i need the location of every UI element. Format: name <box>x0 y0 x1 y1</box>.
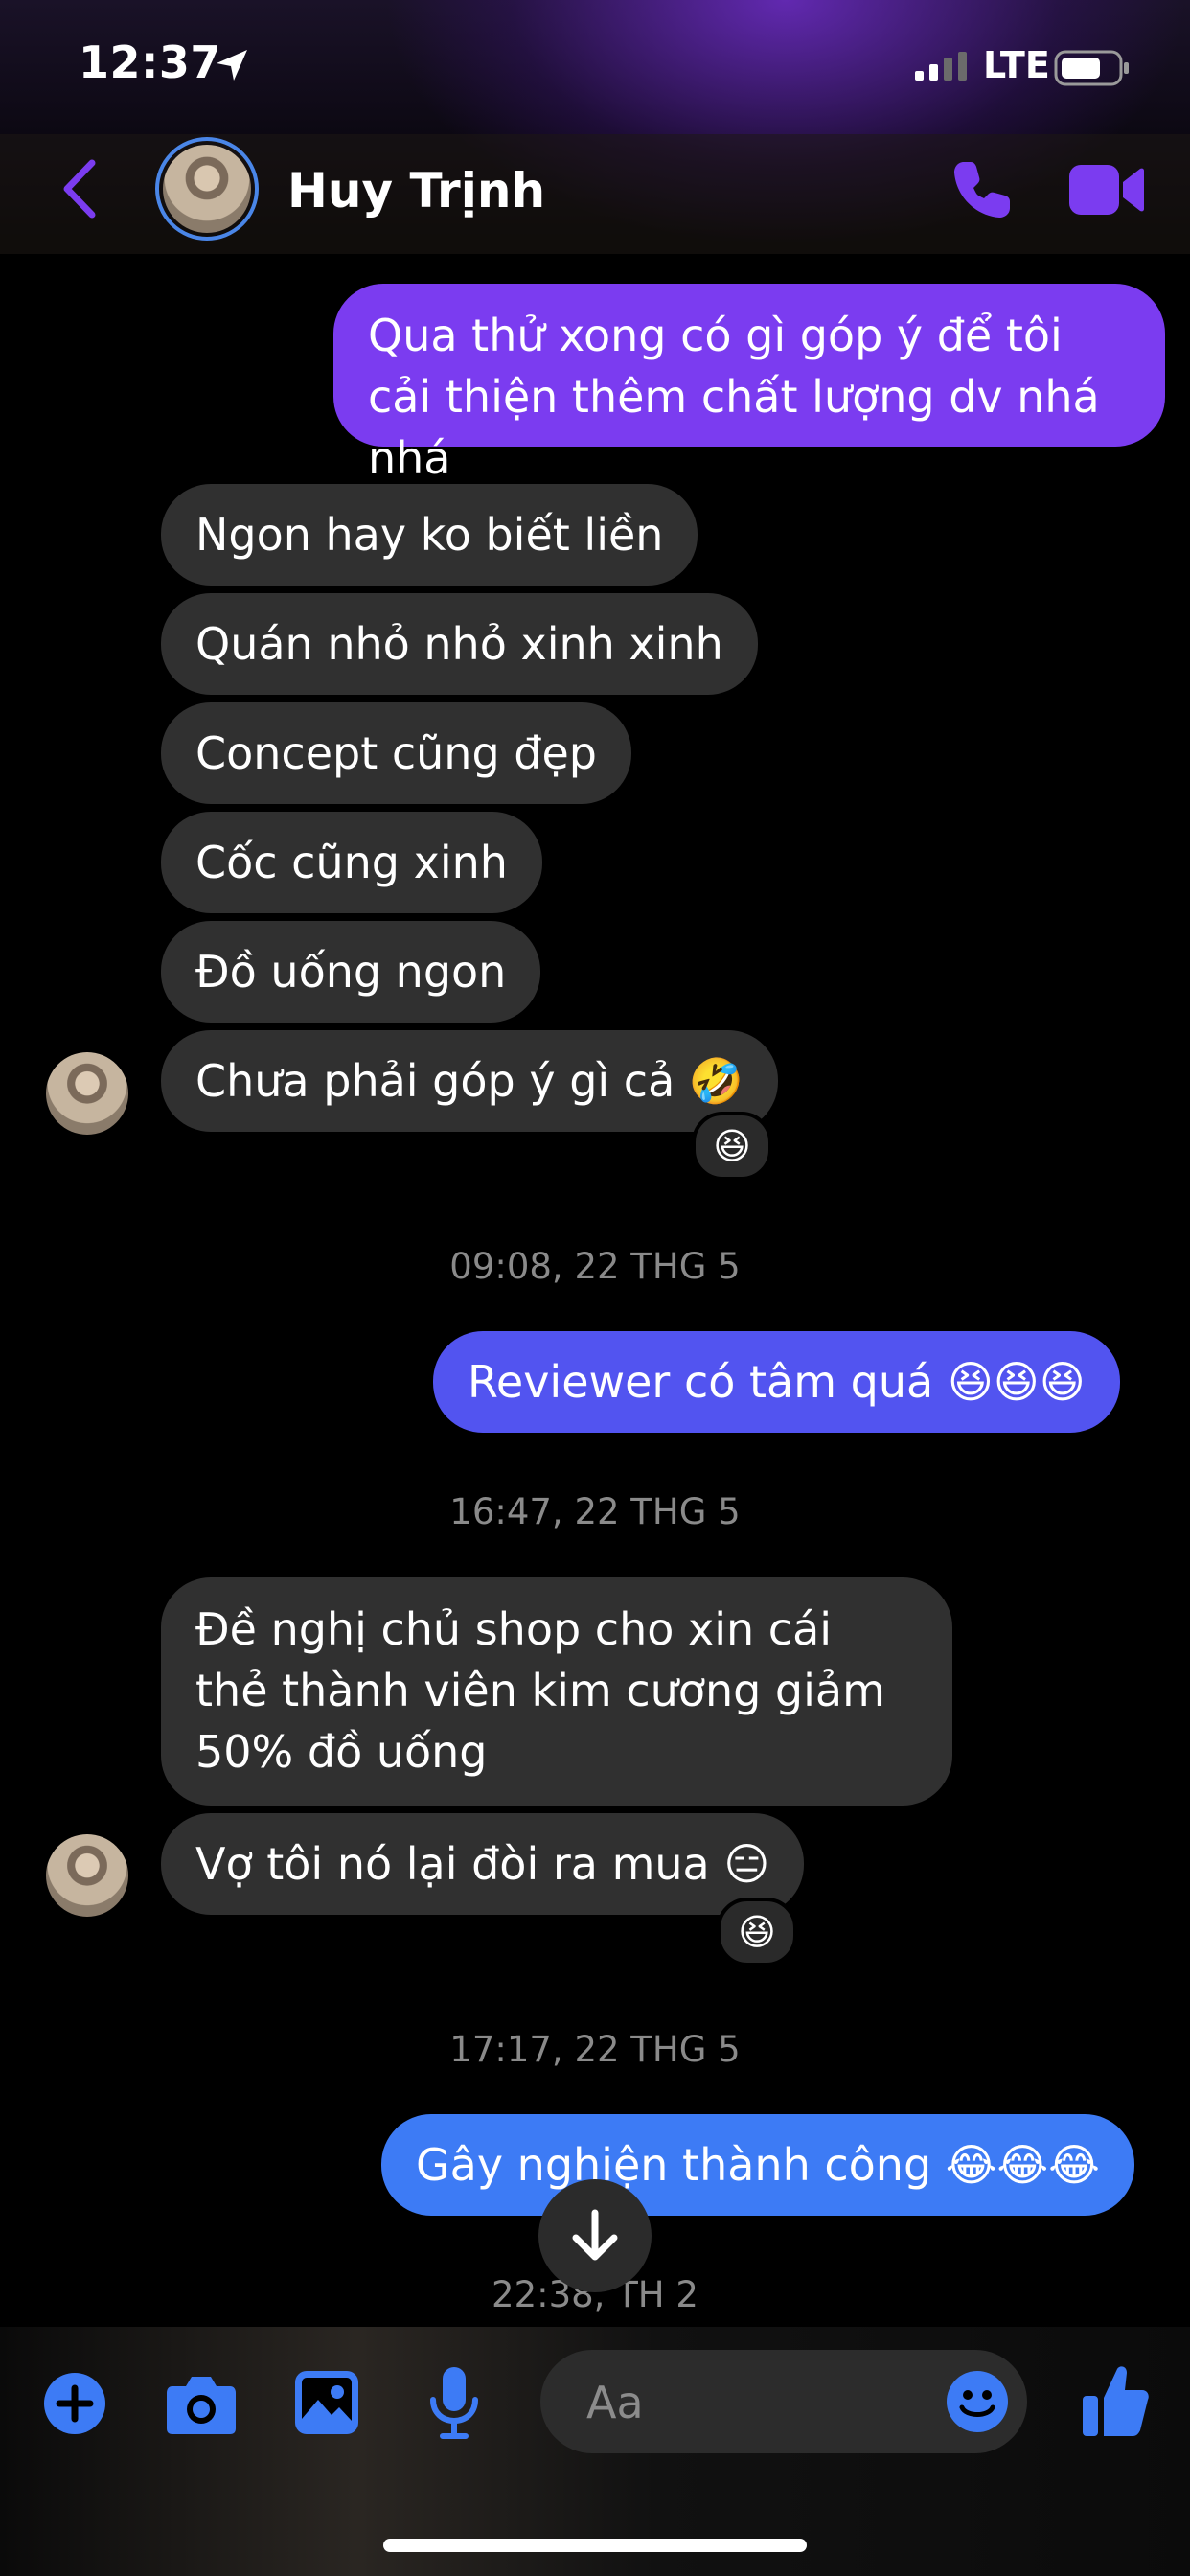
network-type: LTE <box>983 44 1050 86</box>
back-chevron-icon[interactable] <box>59 159 98 218</box>
video-camera-icon[interactable] <box>1067 161 1144 218</box>
status-bar: 12:37 LTE <box>0 0 1190 134</box>
incoming-message[interactable]: Chưa phải góp ý gì cả 🤣 <box>161 1030 779 1132</box>
microphone-icon[interactable] <box>427 2365 481 2442</box>
plus-icon[interactable] <box>42 2371 107 2436</box>
message-input-field[interactable] <box>540 2350 1027 2455</box>
status-time: 12:37 <box>79 36 221 88</box>
incoming-message[interactable]: Concept cũng đẹp <box>161 702 631 804</box>
location-arrow-icon <box>217 50 247 80</box>
phone-icon[interactable] <box>950 158 1014 221</box>
avatar-image <box>163 145 251 233</box>
contact-name[interactable]: Huy Trịnh <box>287 163 545 218</box>
incoming-message[interactable]: Đồ uống ngon <box>161 921 541 1023</box>
arrow-down-icon <box>572 2209 618 2261</box>
thumbs-up-icon[interactable] <box>1081 2363 1150 2438</box>
incoming-message[interactable]: Quán nhỏ nhỏ xinh xinh <box>161 593 758 695</box>
outgoing-message[interactable]: Reviewer có tâm quá 😆😆😆 <box>433 1331 1120 1433</box>
message-input[interactable] <box>584 2350 933 2455</box>
home-indicator <box>383 2539 807 2552</box>
incoming-message[interactable]: Đề nghị chủ shop cho xin cái thẻ thành v… <box>161 1577 952 1806</box>
sender-avatar[interactable] <box>46 1052 128 1135</box>
signal-icon <box>915 52 967 80</box>
scroll-to-bottom-button[interactable] <box>538 2179 652 2292</box>
timestamp: 09:08, 22 THG 5 <box>449 1246 741 1287</box>
timestamp: 17:17, 22 THG 5 <box>449 2029 741 2070</box>
incoming-message[interactable]: Ngon hay ko biết liền <box>161 484 698 586</box>
sender-avatar[interactable] <box>46 1834 128 1917</box>
camera-icon[interactable] <box>165 2373 238 2436</box>
incoming-message[interactable]: Vợ tôi nó lại đòi ra mua 😑 <box>161 1813 805 1915</box>
timestamp: 16:47, 22 THG 5 <box>449 1491 741 1532</box>
incoming-message[interactable]: Cốc cũng xinh <box>161 812 542 913</box>
message-reaction[interactable]: 😆 <box>717 1898 797 1966</box>
image-icon[interactable] <box>293 2369 360 2436</box>
outgoing-message[interactable]: Gây nghiện thành công 😂😂😂 <box>381 2114 1135 2216</box>
message-reaction[interactable]: 😆 <box>692 1112 772 1181</box>
battery-icon <box>1054 50 1129 86</box>
contact-avatar[interactable] <box>155 137 259 241</box>
emoji-icon[interactable] <box>945 2369 1010 2434</box>
outgoing-message[interactable]: Qua thử xong có gì góp ý để tôi cải thiệ… <box>333 284 1165 484</box>
